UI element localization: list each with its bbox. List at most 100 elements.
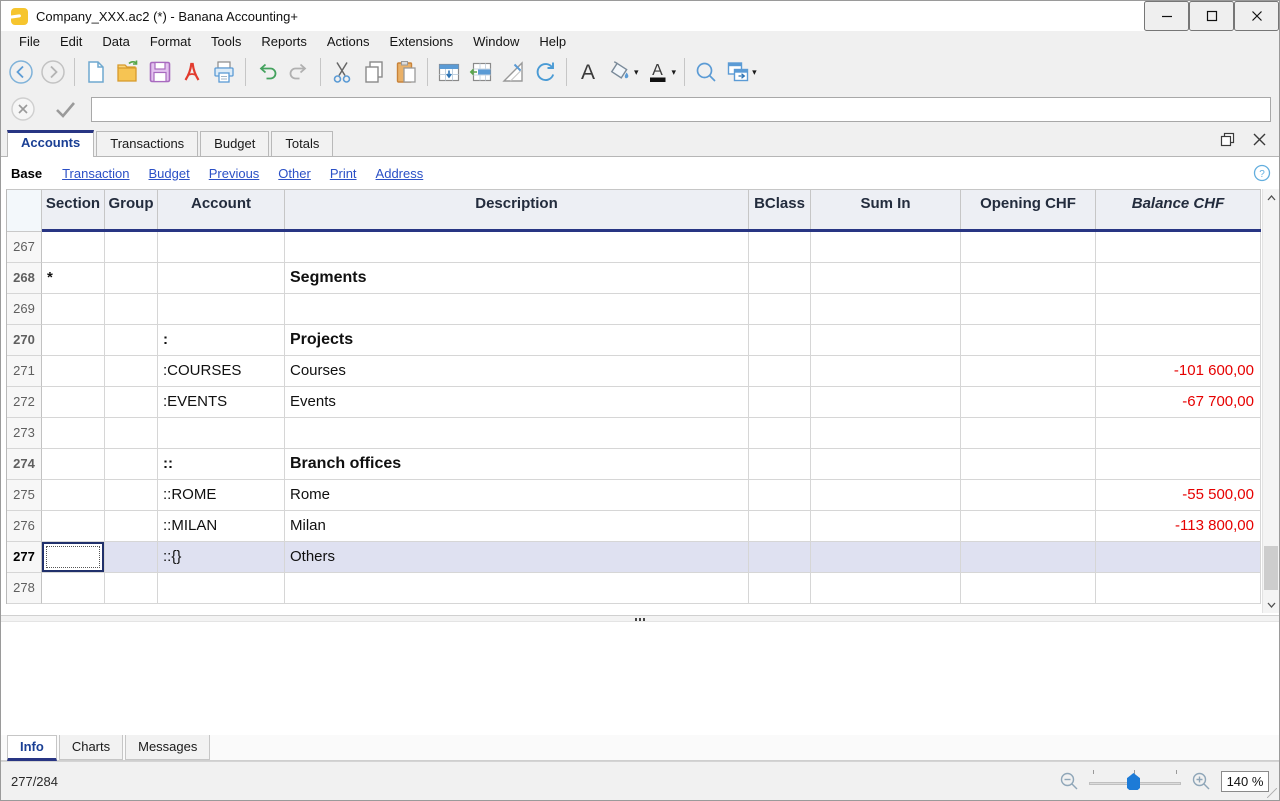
view-base[interactable]: Base: [11, 166, 42, 181]
cell-group[interactable]: [105, 573, 158, 604]
cell-sum_in[interactable]: [811, 480, 961, 511]
cell-section[interactable]: [42, 387, 105, 418]
row-number[interactable]: 276: [7, 511, 42, 542]
header-group[interactable]: Group: [105, 190, 158, 232]
extract-rows-button[interactable]: [465, 56, 497, 88]
cell-balance[interactable]: [1096, 449, 1261, 480]
cell-bclass[interactable]: [749, 263, 811, 294]
cell-section[interactable]: [42, 511, 105, 542]
cell-sum_in[interactable]: [811, 356, 961, 387]
cell-bclass[interactable]: [749, 542, 811, 573]
cell-balance[interactable]: [1096, 294, 1261, 325]
new-file-button[interactable]: [80, 56, 112, 88]
cell-description[interactable]: Segments: [285, 263, 749, 294]
cell-account[interactable]: :COURSES: [158, 356, 285, 387]
tab-transactions[interactable]: Transactions: [96, 131, 199, 156]
cancel-edit-button[interactable]: [9, 95, 37, 123]
cell-opening[interactable]: [961, 387, 1096, 418]
zoom-level-box[interactable]: 140 %: [1221, 770, 1269, 792]
cell-opening[interactable]: [961, 542, 1096, 573]
cell-sum_in[interactable]: [811, 542, 961, 573]
row-number[interactable]: 267: [7, 232, 42, 263]
zoom-in-icon[interactable]: [1191, 771, 1211, 791]
menu-help[interactable]: Help: [529, 31, 576, 53]
cell-description[interactable]: Projects: [285, 325, 749, 356]
font-button[interactable]: A: [572, 56, 604, 88]
cell-opening[interactable]: [961, 294, 1096, 325]
header-description[interactable]: Description: [285, 190, 749, 232]
cell-account[interactable]: [158, 418, 285, 449]
cell-balance[interactable]: [1096, 232, 1261, 263]
menu-actions[interactable]: Actions: [317, 31, 380, 53]
cell-description[interactable]: [285, 573, 749, 604]
paste-button[interactable]: [390, 56, 422, 88]
cell-group[interactable]: [105, 542, 158, 573]
row-number[interactable]: 272: [7, 387, 42, 418]
cell-sum_in[interactable]: [811, 449, 961, 480]
scroll-up-button[interactable]: [1263, 189, 1279, 206]
cell-sum_in[interactable]: [811, 263, 961, 294]
close-pane-icon[interactable]: [1252, 132, 1267, 147]
cell-sum_in[interactable]: [811, 325, 961, 356]
search-button[interactable]: [690, 56, 722, 88]
cell-description[interactable]: Others: [285, 542, 749, 573]
cell-description[interactable]: Milan: [285, 511, 749, 542]
cell-section[interactable]: [42, 356, 105, 387]
cell-description[interactable]: Courses: [285, 356, 749, 387]
print-button[interactable]: [208, 56, 240, 88]
header-bclass[interactable]: BClass: [749, 190, 811, 232]
cell-group[interactable]: [105, 294, 158, 325]
restore-pane-icon[interactable]: [1220, 132, 1236, 148]
cell-bclass[interactable]: [749, 449, 811, 480]
cell-description[interactable]: Branch offices: [285, 449, 749, 480]
cell-bclass[interactable]: [749, 480, 811, 511]
cell-balance[interactable]: -55 500,00: [1096, 480, 1261, 511]
close-button[interactable]: [1234, 1, 1279, 31]
cell-balance[interactable]: [1096, 263, 1261, 294]
back-button[interactable]: [5, 56, 37, 88]
header-section[interactable]: Section: [42, 190, 105, 232]
cut-button[interactable]: [326, 56, 358, 88]
cell-section[interactable]: *: [42, 263, 105, 294]
cell-balance[interactable]: -101 600,00: [1096, 356, 1261, 387]
cell-balance[interactable]: [1096, 325, 1261, 356]
maximize-button[interactable]: [1189, 1, 1234, 31]
cell-account[interactable]: ::MILAN: [158, 511, 285, 542]
pane-splitter[interactable]: [1, 615, 1279, 622]
cell-account[interactable]: [158, 263, 285, 294]
header-sum-in[interactable]: Sum In: [811, 190, 961, 232]
menu-file[interactable]: File: [9, 31, 50, 53]
cell-opening[interactable]: [961, 449, 1096, 480]
open-file-button[interactable]: [112, 56, 144, 88]
row-number[interactable]: 270: [7, 325, 42, 356]
table-design-button[interactable]: [497, 56, 529, 88]
menu-data[interactable]: Data: [92, 31, 139, 53]
cell-bclass[interactable]: [749, 511, 811, 542]
menu-tools[interactable]: Tools: [201, 31, 251, 53]
cell-sum_in[interactable]: [811, 511, 961, 542]
minimize-button[interactable]: [1144, 1, 1189, 31]
zoom-slider[interactable]: [1089, 770, 1181, 792]
cell-account[interactable]: ::{}: [158, 542, 285, 573]
confirm-edit-button[interactable]: [51, 95, 79, 123]
menu-extensions[interactable]: Extensions: [380, 31, 464, 53]
copy-button[interactable]: [358, 56, 390, 88]
cell-opening[interactable]: [961, 480, 1096, 511]
cell-group[interactable]: [105, 418, 158, 449]
view-link-print[interactable]: Print: [330, 166, 357, 181]
forward-button[interactable]: [37, 56, 69, 88]
help-icon[interactable]: ?: [1253, 164, 1271, 182]
menu-reports[interactable]: Reports: [251, 31, 317, 53]
header-account[interactable]: Account: [158, 190, 285, 232]
tab-budget[interactable]: Budget: [200, 131, 270, 156]
tab-info[interactable]: Info: [7, 735, 57, 761]
row-number[interactable]: 278: [7, 573, 42, 604]
cell-account[interactable]: ::ROME: [158, 480, 285, 511]
cell-group[interactable]: [105, 480, 158, 511]
cell-account[interactable]: [158, 294, 285, 325]
vertical-scrollbar[interactable]: [1262, 189, 1279, 613]
cell-balance[interactable]: [1096, 573, 1261, 604]
cell-account[interactable]: [158, 573, 285, 604]
row-number[interactable]: 274: [7, 449, 42, 480]
header-balance[interactable]: Balance CHF: [1096, 190, 1261, 232]
